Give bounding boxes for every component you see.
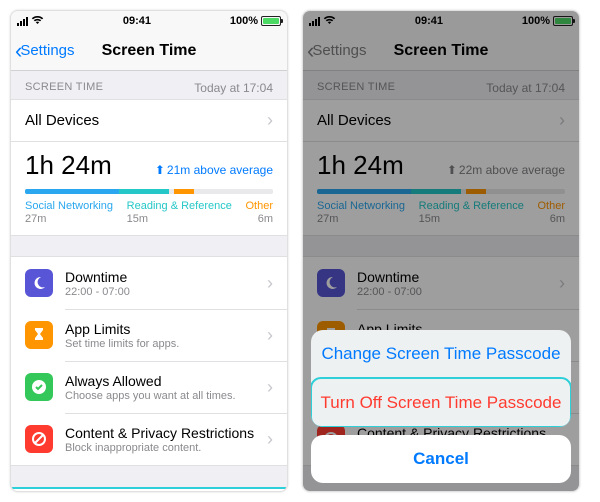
page-title: Screen Time (102, 42, 197, 60)
moon-icon (25, 269, 53, 297)
signal-icon (17, 17, 28, 26)
phone-left: 09:41 100% ‹ Settings Screen Time SCREEN… (10, 10, 288, 492)
section-timestamp: Today at 17:04 (194, 81, 273, 95)
content-scroll[interactable]: SCREEN TIME Today at 17:04 All Devices ›… (11, 71, 287, 492)
category-breakdown: Social Networking27m Reading & Reference… (25, 200, 273, 225)
above-average: ⬆ 21m above average (155, 163, 273, 177)
usage-summary[interactable]: 1h 24m ⬆ 21m above average Social Networ… (11, 142, 287, 236)
back-label: Settings (20, 42, 74, 59)
battery-icon (261, 16, 281, 26)
back-button[interactable]: ‹ Settings (15, 40, 75, 62)
options-group: Downtime22:00 - 07:00 › App LimitsSet ti… (11, 256, 287, 466)
downtime-row[interactable]: Downtime22:00 - 07:00 › (11, 257, 287, 309)
section-label: SCREEN TIME (25, 81, 103, 95)
content-privacy-row[interactable]: Content & Privacy RestrictionsBlock inap… (11, 413, 287, 465)
wifi-icon (31, 15, 44, 28)
total-time: 1h 24m (25, 150, 112, 181)
sheet-cancel[interactable]: Cancel (311, 435, 571, 483)
arrow-up-icon: ⬆ (155, 163, 165, 177)
status-time: 09:41 (123, 15, 151, 27)
chevron-right-icon: › (267, 325, 273, 346)
chevron-right-icon: › (267, 377, 273, 398)
change-passcode-button[interactable]: Change Screen Time Passcode (11, 488, 287, 492)
battery-pct: 100% (230, 15, 258, 27)
status-bar: 09:41 100% (11, 11, 287, 31)
app-limits-row[interactable]: App LimitsSet time limits for apps. › (11, 309, 287, 361)
action-sheet: Change Screen Time Passcode Turn Off Scr… (311, 330, 571, 483)
all-devices-row[interactable]: All Devices › (11, 99, 287, 142)
chevron-right-icon: › (267, 110, 273, 131)
sheet-change-passcode[interactable]: Change Screen Time Passcode (311, 330, 571, 378)
always-allowed-row[interactable]: Always AllowedChoose apps you want at al… (11, 361, 287, 413)
section-header: SCREEN TIME Today at 17:04 (11, 71, 287, 99)
chevron-right-icon: › (267, 429, 273, 450)
phone-right: 09:41 100% ‹ Settings Screen Time SCREEN… (302, 10, 580, 492)
chevron-right-icon: › (267, 273, 273, 294)
check-icon (25, 373, 53, 401)
nosign-icon (25, 425, 53, 453)
nav-bar: ‹ Settings Screen Time (11, 31, 287, 71)
usage-bar (25, 189, 273, 194)
sheet-turn-off-passcode[interactable]: Turn Off Screen Time Passcode (311, 378, 571, 427)
all-devices-label: All Devices (25, 112, 99, 129)
hourglass-icon (25, 321, 53, 349)
